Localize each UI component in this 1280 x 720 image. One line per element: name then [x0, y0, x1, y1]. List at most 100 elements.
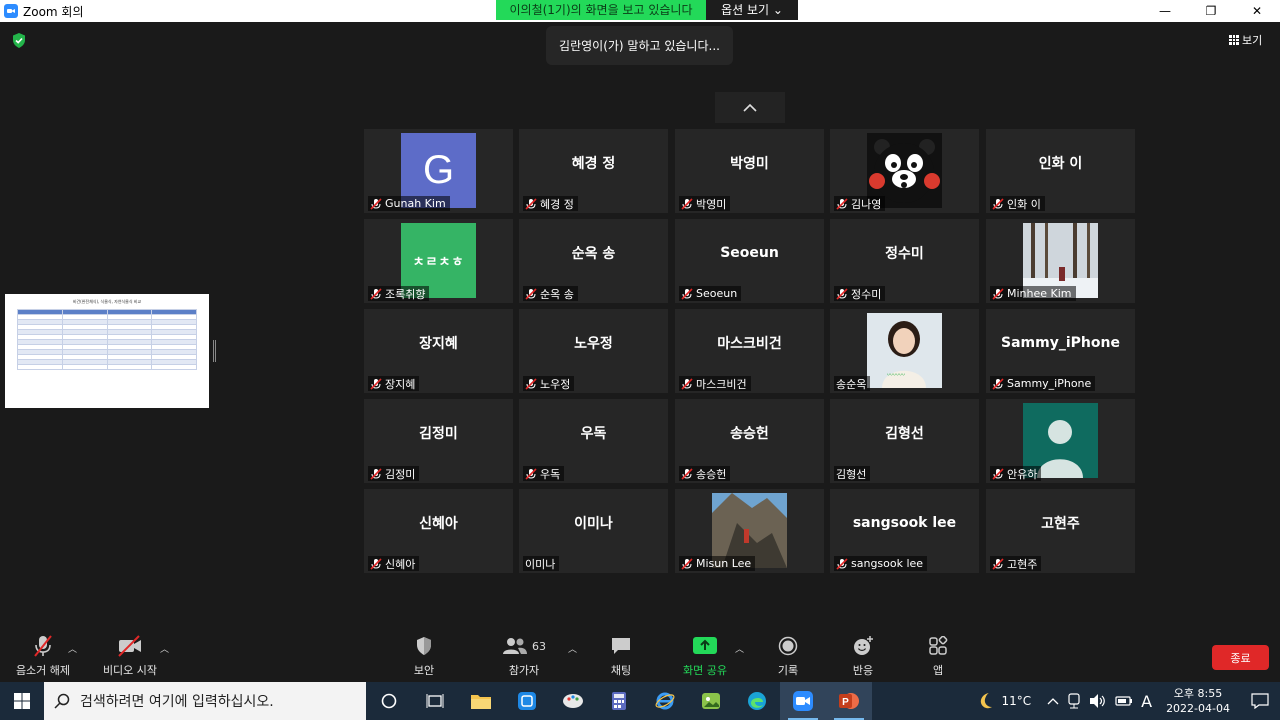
muted-mic-icon	[525, 197, 537, 210]
participant-tile[interactable]: 노우정 노우정	[519, 309, 668, 393]
participant-name-label: 안유하	[990, 466, 1042, 481]
security-label: 보안	[413, 664, 435, 677]
participant-name: 송승헌	[696, 467, 727, 481]
audio-options-chevron-icon[interactable]: ︿	[68, 642, 77, 655]
notification-center-button[interactable]	[1240, 682, 1280, 720]
participant-tile[interactable]: sangsook lee sangsook lee	[830, 489, 979, 573]
participant-tile[interactable]: ㅊㄹㅊㅎ 조록취향	[364, 219, 513, 303]
shared-screen-thumbnail[interactable]: 비건(완전채식), 식물식, 자연식물식 비교	[5, 294, 209, 408]
participants-button[interactable]: 63 참가자	[496, 628, 552, 682]
participant-tile[interactable]: 고현주 고현주	[986, 489, 1135, 573]
photos-app-button[interactable]	[688, 682, 734, 720]
participant-tile[interactable]: 장지혜 장지혜	[364, 309, 513, 393]
participant-name: 신혜아	[385, 557, 416, 571]
shared-slide-title: 비건(완전채식), 식물식, 자연식물식 비교	[72, 299, 142, 304]
muted-mic-icon	[525, 467, 537, 480]
unmute-button[interactable]: 음소거 해제	[10, 628, 76, 682]
windows-start-button[interactable]	[0, 682, 44, 720]
participant-tile[interactable]: Sammy_iPhone Sammy_iPhone	[986, 309, 1135, 393]
participant-display-name: sangsook lee	[852, 515, 957, 531]
participant-display-name: 마스크비건	[717, 336, 782, 352]
participant-tile[interactable]: 마스크비건 마스크비건	[675, 309, 824, 393]
participant-name-label: 인화 이	[990, 196, 1045, 211]
cortana-button[interactable]	[366, 682, 412, 720]
tray-overflow-chevron-icon[interactable]	[1047, 697, 1059, 705]
paint-app-button[interactable]	[550, 682, 596, 720]
participant-tile[interactable]: 김정미 김정미	[364, 399, 513, 483]
clock[interactable]: 오후 8:55 2022-04-04	[1166, 686, 1230, 716]
participant-display-name: Sammy_iPhone	[1001, 335, 1120, 351]
network-icon[interactable]	[1067, 693, 1081, 709]
svg-text:P: P	[842, 697, 849, 708]
calculator-button[interactable]	[596, 682, 642, 720]
end-meeting-button[interactable]: 종료	[1212, 645, 1269, 670]
file-explorer-button[interactable]	[458, 682, 504, 720]
weather-widget[interactable]: 11°C	[977, 692, 1031, 710]
participant-tile[interactable]: Misun Lee	[675, 489, 824, 573]
taskbar-search-box[interactable]: 검색하려면 여기에 입력하십시오.	[44, 682, 366, 720]
photo-app-icon	[702, 693, 720, 709]
share-screen-icon	[693, 637, 717, 654]
participants-options-chevron-icon[interactable]: ︿	[568, 642, 577, 655]
view-button[interactable]: 보기	[1229, 32, 1262, 48]
zoom-app-button[interactable]	[780, 682, 826, 720]
folder-icon	[471, 695, 491, 709]
participant-name-label: 장지혜	[368, 376, 420, 391]
reactions-button[interactable]: 반응	[843, 628, 883, 682]
participant-tile[interactable]: 인화 이 인화 이	[986, 129, 1135, 213]
battery-icon[interactable]	[1115, 694, 1133, 708]
muted-mic-icon	[992, 287, 1004, 300]
muted-mic-icon	[370, 287, 382, 300]
participant-name: Minhee Kim	[1007, 287, 1072, 300]
participant-tile[interactable]: 송승헌 송승헌	[675, 399, 824, 483]
security-button[interactable]: 보안	[400, 628, 448, 682]
split-view-divider[interactable]	[213, 340, 216, 362]
participant-tile[interactable]: 우독 우독	[519, 399, 668, 483]
muted-mic-icon	[681, 557, 693, 570]
chat-button[interactable]: 채팅	[600, 628, 642, 682]
participant-tile[interactable]: 신혜아 신혜아	[364, 489, 513, 573]
share-options-chevron-icon[interactable]: ︿	[735, 642, 744, 655]
participant-tile[interactable]: 김형선 김형선	[830, 399, 979, 483]
participant-display-name: 정수미	[885, 246, 924, 262]
muted-mic-icon	[992, 377, 1004, 390]
participant-tile[interactable]: Seoeun Seoeun	[675, 219, 824, 303]
participant-name: 김정미	[385, 467, 416, 481]
temperature: 11°C	[1001, 694, 1032, 708]
gallery-page-up-button[interactable]	[715, 92, 785, 123]
video-options-chevron-icon[interactable]: ︿	[160, 642, 169, 655]
internet-explorer-button[interactable]	[642, 682, 688, 720]
participant-tile[interactable]: 이미나 이미나	[519, 489, 668, 573]
participant-tile[interactable]: 안유하	[986, 399, 1135, 483]
participant-tile[interactable]: 김나영	[830, 129, 979, 213]
apps-label: 앱	[932, 664, 944, 677]
volume-icon[interactable]	[1089, 693, 1107, 709]
participant-name-label: 김나영	[834, 196, 886, 211]
record-button[interactable]: 기록	[768, 628, 808, 682]
apps-icon	[929, 636, 948, 655]
edge-browser-button[interactable]	[734, 682, 780, 720]
task-view-button[interactable]	[412, 682, 458, 720]
minimize-button[interactable]: —	[1142, 0, 1188, 22]
security-shield-icon	[417, 637, 431, 655]
participant-tile[interactable]: 박영미 박영미	[675, 129, 824, 213]
participant-display-name: 혜경 정	[571, 156, 616, 172]
participant-name-label: 박영미	[679, 196, 731, 211]
view-options-button[interactable]: 옵션 보기 ⌄	[706, 0, 798, 20]
participant-tile[interactable]: 정수미 정수미	[830, 219, 979, 303]
powerpoint-app-button[interactable]: P	[826, 682, 872, 720]
participant-tile[interactable]: G Gunah Kim	[364, 129, 513, 213]
participant-tile[interactable]: 혜경 정 혜경 정	[519, 129, 668, 213]
encryption-shield-icon[interactable]	[12, 33, 26, 48]
share-screen-button[interactable]: 화면 공유	[676, 628, 734, 682]
participant-tile[interactable]: 〰〰〰 송순옥	[830, 309, 979, 393]
participant-display-name: Seoeun	[720, 245, 779, 261]
start-video-button[interactable]: 비디오 시작	[98, 628, 162, 682]
ime-indicator[interactable]: A	[1141, 692, 1152, 711]
apps-button[interactable]: 앱	[920, 628, 956, 682]
close-button[interactable]: ✕	[1234, 0, 1280, 22]
participant-tile[interactable]: Minhee Kim	[986, 219, 1135, 303]
restore-button[interactable]: ❐	[1188, 0, 1234, 22]
participant-tile[interactable]: 순옥 송 순옥 송	[519, 219, 668, 303]
store-app-button[interactable]	[504, 682, 550, 720]
